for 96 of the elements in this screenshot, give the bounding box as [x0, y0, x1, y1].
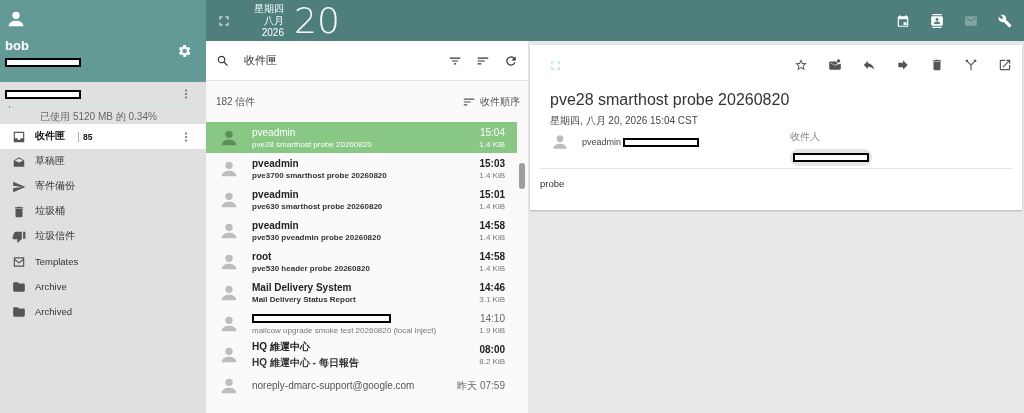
folder-item[interactable]: 垃圾桶 [0, 199, 206, 224]
message-sender: pveadmin [252, 126, 297, 138]
day-number: 20 [294, 0, 340, 41]
folder-label: Archive [35, 281, 67, 292]
message-sender: root [252, 250, 273, 262]
mark-mail-icon[interactable] [828, 58, 842, 72]
message-row[interactable]: HQ 維運中心 HQ 維運中心 - 每日報告 08:00 8.2 KiB [206, 339, 517, 370]
folder-label: Templates [35, 256, 79, 267]
split-arrow-icon[interactable] [964, 58, 978, 72]
folder-title: 收件匣 [244, 53, 278, 68]
message-subject: mailcow upgrade smoke test 20260820 (local inject) [252, 326, 438, 335]
message-subject: pve530 header probe 20260820 [252, 263, 371, 273]
year-text: 2026 [261, 26, 284, 39]
message-size: 1.4 KiB [479, 170, 505, 180]
message-size: 8.2 KiB [479, 356, 505, 366]
message-subject-heading: pve28 smarthost probe 20260820 [549, 90, 791, 109]
envelope-icon [12, 254, 26, 269]
message-time: 15:01 [479, 188, 505, 200]
trash-icon [12, 204, 26, 219]
message-time: 14:58 [479, 250, 505, 262]
avatar-icon [550, 132, 570, 152]
message-subject: pve3700 smarthost probe 20260820 [252, 170, 388, 180]
message-size: 1.4 KiB [479, 232, 505, 242]
reply-icon[interactable] [862, 58, 876, 72]
contacts-icon[interactable] [930, 13, 944, 28]
open-external-icon[interactable] [998, 58, 1012, 72]
message-size: 1.9 KiB [479, 325, 505, 335]
sender-name: pveadmin [582, 137, 622, 147]
message-sender: noreply-dmarc-support@google.com [252, 380, 416, 391]
message-size: 1.4 KiB [479, 139, 505, 149]
message-sender: Mail Delivery System [252, 281, 353, 293]
message-time: 14:58 [479, 219, 505, 231]
folder-label: 垃圾信件 [35, 230, 75, 243]
message-row[interactable]: pveadmin pve530 pveadmin probe 20260820 14:58 1.4 KiB [206, 215, 517, 246]
sort-order-button[interactable]: 收件順序 [462, 94, 520, 109]
message-subject: Mail Delivery Status Report [252, 294, 357, 304]
recipient-chip[interactable] [790, 149, 872, 166]
message-time: 14:46 [479, 281, 505, 293]
message-time: 昨天 07:59 [457, 378, 505, 393]
wrench-icon[interactable] [998, 13, 1012, 28]
message-size: 1.4 KiB [479, 263, 505, 273]
folder-label: 草稿匣 [35, 155, 65, 168]
message-row[interactable]: noreply-dmarc-support@google.com 昨天 07:59 [206, 370, 517, 401]
message-sender: pveadmin [252, 219, 300, 231]
fullscreen-icon[interactable] [218, 14, 230, 27]
message-time: 15:04 [479, 126, 505, 138]
star-icon[interactable] [794, 58, 808, 72]
message-row[interactable]: root pve530 header probe 20260820 14:58 1.4 KiB [206, 246, 517, 277]
message-subject: HQ 維運中心 - 每日報告 [252, 355, 360, 370]
settings-icon[interactable] [176, 42, 192, 59]
folder-icon [12, 279, 26, 294]
thumbs-down-icon [12, 229, 26, 244]
message-time: 15:03 [479, 157, 505, 169]
folder-item[interactable]: Archive [0, 274, 206, 299]
message-row[interactable]: pveadmin pve3700 smarthost probe 20260820 15:03 1.4 KiB [206, 153, 517, 184]
folder-label: 寄件備份 [35, 180, 75, 193]
recipient-label: 收件人 [790, 130, 821, 144]
folder-item[interactable]: Templates [0, 249, 206, 274]
message-subject: pve630 smarthost probe 20260820 [252, 201, 384, 211]
inbox-icon [12, 129, 26, 144]
message-body: probe [540, 168, 1012, 189]
message-subject: pve530 pveadmin probe 20260820 [252, 232, 382, 242]
storage-usage-text: 已使用 5120 MB 的 0.34% [39, 110, 158, 124]
message-size: 3.1 KiB [479, 294, 505, 304]
message-subject: pve28 smarthost probe 20260820 [252, 139, 373, 149]
message-size: 1.4 KiB [479, 201, 505, 211]
weekday-text: 星期四 [254, 2, 284, 15]
trash-icon[interactable] [930, 58, 944, 72]
calendar-icon[interactable] [896, 13, 910, 28]
message-date: 星期四, 八月 20, 2026 15:04 CST [549, 114, 699, 128]
message-row[interactable]: mailcow upgrade smoke test 20260820 (local inject) 14:10 1.9 KiB [206, 308, 517, 339]
search-icon[interactable] [216, 53, 230, 68]
folder-label: Archived [35, 306, 72, 317]
refresh-icon[interactable] [504, 53, 518, 68]
folder-icon [12, 304, 26, 319]
folder-label: 收件匣 [35, 130, 65, 143]
folder-item[interactable]: 草稿匣 [0, 149, 206, 174]
folder-item[interactable]: Archived [0, 299, 206, 324]
folder-item[interactable]: 寄件備份 [0, 174, 206, 199]
message-time: 08:00 [479, 343, 505, 355]
unread-count: 85 [78, 131, 93, 142]
folder-label: 垃圾桶 [35, 205, 65, 218]
message-count: 182 信件 [216, 94, 256, 109]
user-name: bob [5, 38, 30, 53]
folder-item[interactable]: 收件匣 85 [0, 124, 206, 149]
message-row[interactable]: Mail Delivery System Mail Delivery Status Report 14:46 3.1 KiB [206, 277, 517, 308]
message-sender: pveadmin [252, 188, 300, 200]
scrollbar-thumb[interactable] [519, 163, 525, 189]
message-time: 14:10 [479, 312, 505, 324]
message-sender: pveadmin [252, 157, 300, 169]
month-text: 八月 [264, 14, 284, 27]
message-row[interactable]: pveadmin pve630 smarthost probe 20260820 15:01 1.4 KiB [206, 184, 517, 215]
message-sender: HQ 維運中心 [252, 339, 311, 354]
forward-icon[interactable] [896, 58, 910, 72]
folder-item[interactable]: 垃圾信件 [0, 224, 206, 249]
send-icon [12, 179, 26, 194]
